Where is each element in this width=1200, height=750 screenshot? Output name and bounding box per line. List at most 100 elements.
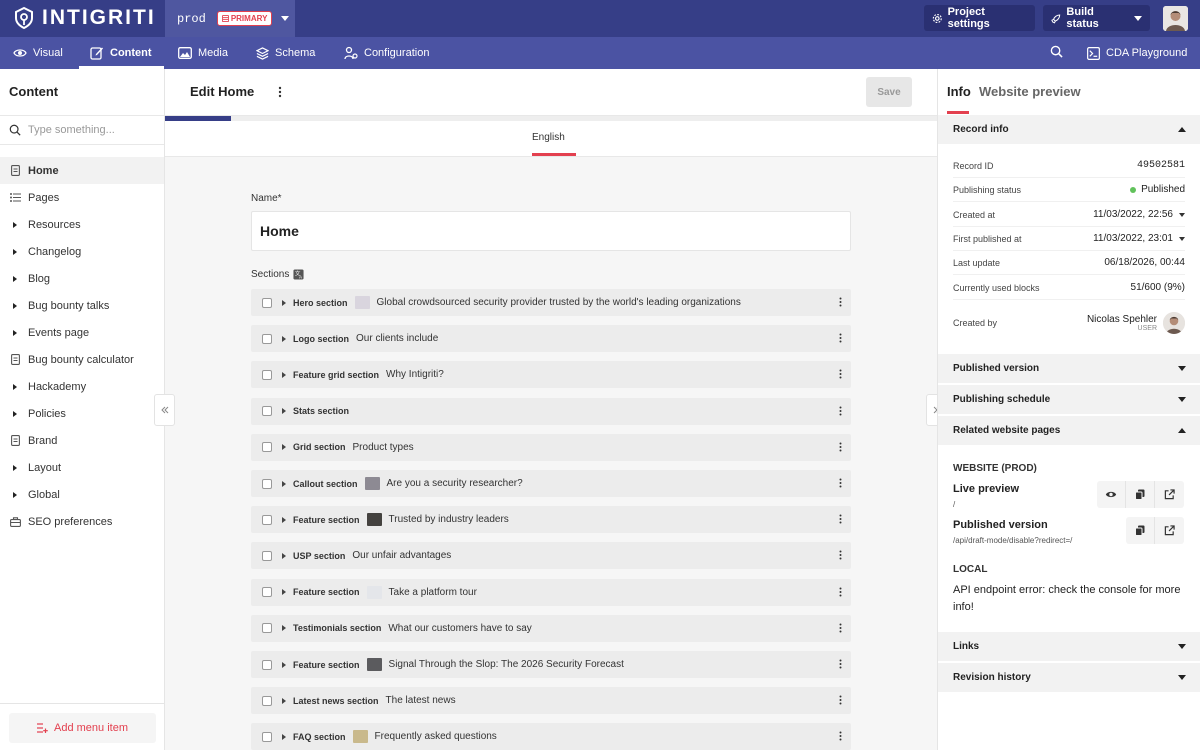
expand-icon[interactable]	[282, 733, 286, 740]
section-row[interactable]: Logo section Our clients include	[251, 325, 851, 353]
more-vertical-icon[interactable]	[839, 550, 842, 563]
sidebar-item-global[interactable]: Global	[0, 481, 164, 508]
section-row[interactable]: Grid section Product types	[251, 433, 851, 461]
sidebar-item-policies[interactable]: Policies	[0, 400, 164, 427]
copy-link-button[interactable]	[1126, 481, 1155, 508]
nav-schema[interactable]: Schema	[256, 37, 315, 69]
build-status-button[interactable]: Build status	[1043, 5, 1150, 31]
links-header[interactable]: Links	[938, 632, 1200, 661]
publishing-schedule-header[interactable]: Publishing schedule	[938, 385, 1200, 414]
expand-icon[interactable]	[282, 444, 286, 451]
info-row-created-at[interactable]: Created at 11/03/2022, 22:56	[953, 203, 1185, 227]
sidebar-item-bug-bounty-calculator[interactable]: Bug bounty calculator	[0, 346, 164, 373]
section-row[interactable]: Feature section Take a platform tour	[251, 578, 851, 606]
section-checkbox[interactable]	[262, 695, 272, 706]
open-external-button[interactable]	[1155, 481, 1184, 508]
section-checkbox[interactable]	[262, 406, 272, 417]
section-checkbox[interactable]	[262, 587, 272, 598]
more-vertical-icon[interactable]	[839, 333, 842, 346]
sidebar-item-hackademy[interactable]: Hackademy	[0, 373, 164, 400]
section-checkbox[interactable]	[262, 731, 272, 742]
sidebar-search-input[interactable]	[28, 124, 158, 136]
cda-playground-button[interactable]: CDA Playground	[1087, 37, 1187, 69]
more-vertical-icon[interactable]	[839, 369, 842, 382]
brand-logo[interactable]: INTIGRITI	[12, 6, 156, 30]
section-checkbox[interactable]	[262, 369, 272, 380]
environment-selector[interactable]: prod PRIMARY	[165, 0, 295, 37]
save-button[interactable]: Save	[866, 77, 912, 107]
sidebar-item-layout[interactable]: Layout	[0, 454, 164, 481]
collapse-sidebar-button[interactable]	[154, 394, 175, 426]
sidebar-item-blog[interactable]: Blog	[0, 265, 164, 292]
expand-icon[interactable]	[282, 516, 286, 523]
section-row[interactable]: Feature section Signal Through the Slop: …	[251, 651, 851, 678]
more-vertical-icon[interactable]	[839, 442, 842, 455]
section-row[interactable]: Feature grid section Why Intigriti?	[251, 361, 851, 389]
user-avatar[interactable]	[1163, 6, 1188, 31]
expand-icon[interactable]	[282, 371, 286, 378]
sidebar-item-changelog[interactable]: Changelog	[0, 238, 164, 265]
more-vertical-icon[interactable]	[839, 623, 842, 636]
section-row[interactable]: Callout section Are you a security resear…	[251, 470, 851, 497]
sidebar-item-brand[interactable]: Brand	[0, 427, 164, 454]
more-vertical-icon[interactable]	[839, 695, 842, 708]
tab-website-preview[interactable]: Website preview	[979, 84, 1081, 99]
expand-icon[interactable]	[282, 697, 286, 704]
section-checkbox[interactable]	[262, 442, 272, 453]
revision-history-header[interactable]: Revision history	[938, 663, 1200, 692]
more-vertical-icon[interactable]	[839, 514, 842, 527]
sidebar-item-pages[interactable]: Pages	[0, 184, 164, 211]
expand-icon[interactable]	[282, 335, 286, 342]
record-info-header[interactable]: Record info	[938, 115, 1200, 144]
section-row[interactable]: Feature section Trusted by industry leade…	[251, 506, 851, 534]
more-vertical-icon[interactable]	[839, 297, 842, 310]
name-field[interactable]	[251, 211, 851, 251]
more-vertical-icon[interactable]	[839, 731, 842, 744]
section-row[interactable]: USP section Our unfair advantages	[251, 542, 851, 570]
nav-configuration[interactable]: Configuration	[344, 37, 429, 69]
section-row[interactable]: Latest news section The latest news	[251, 687, 851, 715]
info-row-first-published[interactable]: First published at 11/03/2022, 23:01	[953, 227, 1185, 251]
expand-icon[interactable]	[282, 299, 286, 306]
sidebar-item-bug-bounty-talks[interactable]: Bug bounty talks	[0, 292, 164, 319]
sidebar-item-home[interactable]: Home	[0, 157, 164, 184]
add-menu-item-button[interactable]: Add menu item	[9, 713, 156, 743]
tab-info[interactable]: Info	[947, 84, 971, 99]
expand-icon[interactable]	[282, 625, 286, 632]
sidebar-item-seo-preferences[interactable]: SEO preferences	[0, 508, 164, 535]
section-checkbox[interactable]	[262, 550, 272, 561]
more-vertical-icon[interactable]	[839, 659, 842, 672]
project-settings-button[interactable]: Project settings	[924, 5, 1035, 31]
section-checkbox[interactable]	[262, 297, 272, 308]
copy-link-button[interactable]	[1126, 517, 1155, 544]
section-checkbox[interactable]	[262, 514, 272, 525]
more-vertical-icon[interactable]	[839, 587, 842, 600]
section-row[interactable]: FAQ section Frequently asked questions	[251, 723, 851, 750]
expand-icon[interactable]	[282, 408, 286, 415]
open-external-button[interactable]	[1155, 517, 1184, 544]
search-button[interactable]	[1050, 45, 1063, 61]
section-checkbox[interactable]	[262, 478, 272, 489]
published-version-header[interactable]: Published version	[938, 354, 1200, 383]
expand-icon[interactable]	[282, 480, 286, 487]
section-row[interactable]: Stats section	[251, 397, 851, 425]
nav-visual[interactable]: Visual	[13, 37, 63, 69]
preview-button[interactable]	[1097, 481, 1126, 508]
nav-media[interactable]: Media	[178, 37, 228, 69]
expand-icon[interactable]	[282, 589, 286, 596]
section-row[interactable]: Testimonials section What our customers h…	[251, 614, 851, 642]
section-checkbox[interactable]	[262, 659, 272, 670]
tab-english[interactable]: English	[532, 132, 565, 143]
section-row[interactable]: Hero section Global crowdsourced security…	[251, 289, 851, 316]
expand-icon[interactable]	[282, 661, 286, 668]
sidebar-item-events-page[interactable]: Events page	[0, 319, 164, 346]
more-vertical-icon[interactable]	[839, 478, 842, 491]
section-checkbox[interactable]	[262, 333, 272, 344]
more-vertical-icon[interactable]	[839, 406, 842, 419]
record-menu-button[interactable]	[278, 86, 282, 101]
section-checkbox[interactable]	[262, 623, 272, 634]
related-pages-header[interactable]: Related website pages	[938, 416, 1200, 445]
expand-icon[interactable]	[282, 552, 286, 559]
nav-content[interactable]: Content	[90, 37, 152, 69]
sidebar-item-resources[interactable]: Resources	[0, 211, 164, 238]
